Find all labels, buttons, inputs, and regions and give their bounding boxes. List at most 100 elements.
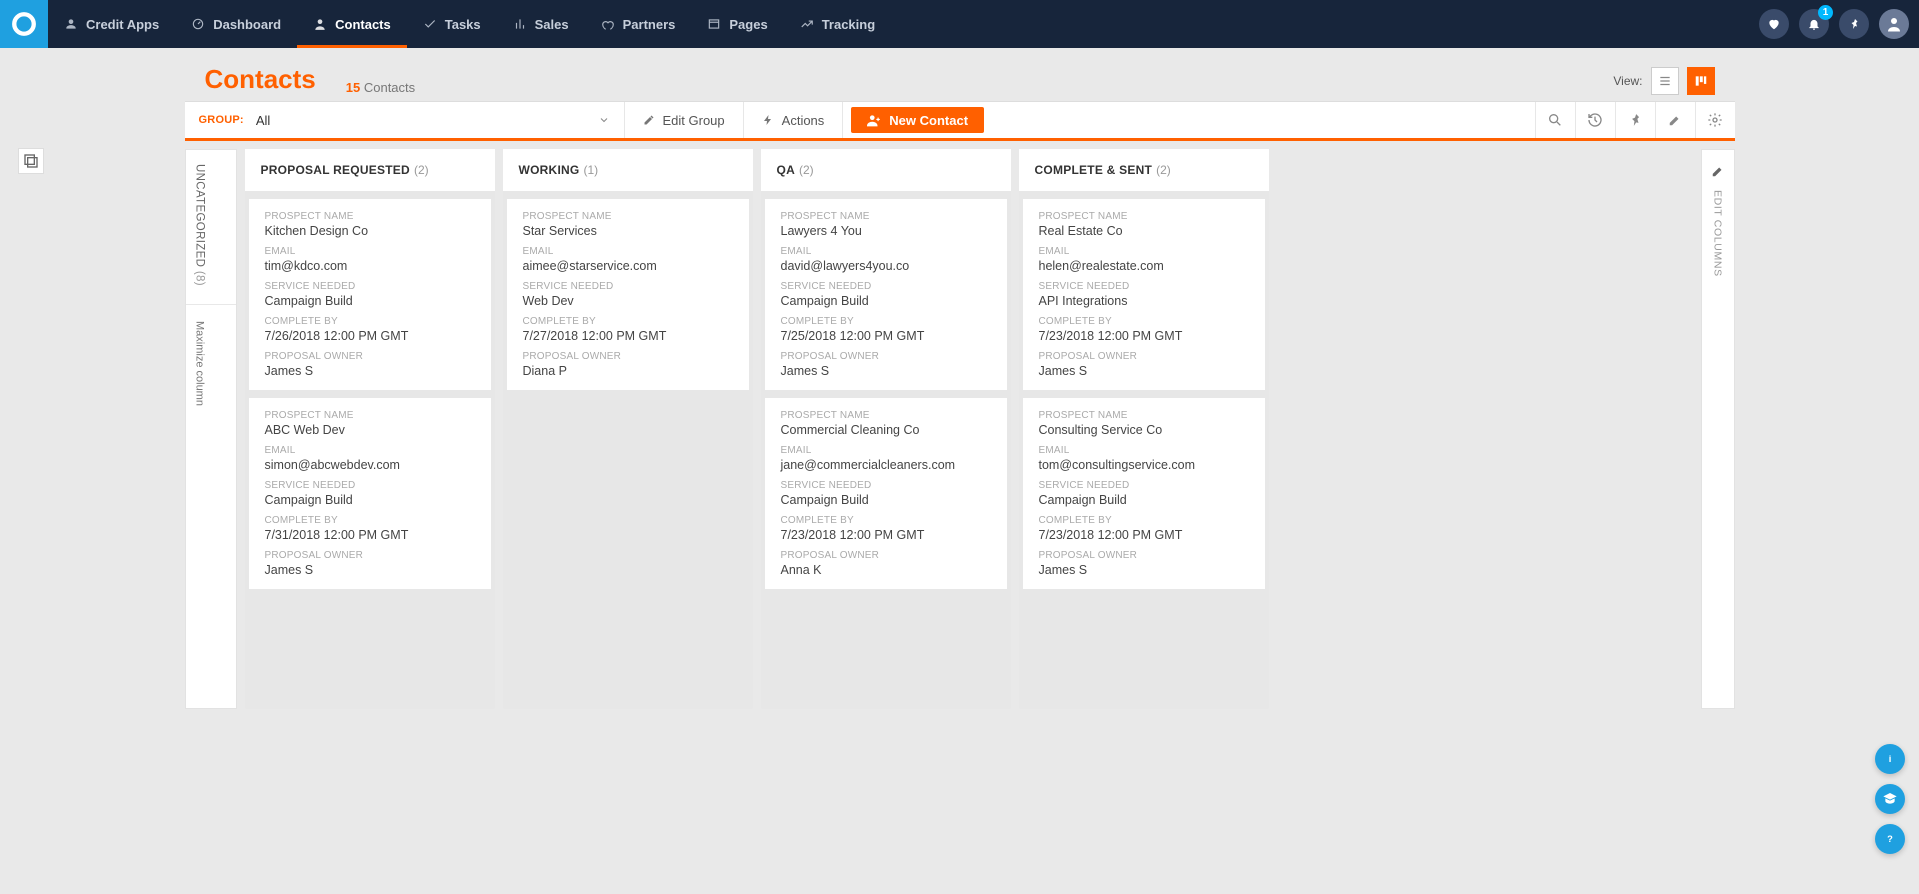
add-user-icon [867, 113, 881, 127]
field-value: Kitchen Design Co [265, 224, 475, 238]
pin-icon [1628, 113, 1642, 127]
field-label: PROSPECT NAME [781, 410, 991, 421]
favorites-button[interactable] [1759, 9, 1789, 39]
search-button[interactable] [1535, 102, 1575, 138]
info-fab[interactable]: i [1875, 744, 1905, 774]
field-value: jane@commercialcleaners.com [781, 458, 991, 472]
education-icon [1882, 791, 1898, 807]
contact-card[interactable]: PROSPECT NAMEKitchen Design CoEMAILtim@k… [249, 199, 491, 390]
contact-card[interactable]: PROSPECT NAMEReal Estate CoEMAILhelen@re… [1023, 199, 1265, 390]
field-value: Campaign Build [265, 294, 475, 308]
actions-button[interactable]: Actions [744, 102, 844, 138]
nav-items: Credit AppsDashboardContactsTasksSalesPa… [48, 0, 891, 48]
pin-button[interactable] [1615, 102, 1655, 138]
field-label: COMPLETE BY [265, 316, 475, 327]
field-value: 7/27/2018 12:00 PM GMT [523, 329, 733, 343]
contact-card[interactable]: PROSPECT NAMEStar ServicesEMAILaimee@sta… [507, 199, 749, 390]
field-label: PROSPECT NAME [781, 211, 991, 222]
uncategorized-column[interactable]: UNCATEGORIZED (8) Maximize column [185, 149, 237, 709]
card-field-complete-by: COMPLETE BY 7/26/2018 12:00 PM GMT [265, 316, 475, 343]
column-qa: QA(2) PROSPECT NAMELawyers 4 YouEMAILdavi… [761, 149, 1011, 709]
column-header[interactable]: QA(2) [761, 149, 1011, 191]
contact-card[interactable]: PROSPECT NAMELawyers 4 YouEMAILdavid@law… [765, 199, 1007, 390]
nav-label: Tracking [822, 17, 875, 32]
contact-count: 15 Contacts [346, 80, 415, 95]
nav-dashboard[interactable]: Dashboard [175, 0, 297, 48]
nav-contacts[interactable]: Contacts [297, 0, 407, 48]
column-title: PROPOSAL REQUESTED [261, 163, 410, 177]
column-header[interactable]: COMPLETE & SENT(2) [1019, 149, 1269, 191]
help-fab[interactable]: ? [1875, 824, 1905, 854]
field-value: 7/31/2018 12:00 PM GMT [265, 528, 475, 542]
contact-card[interactable]: PROSPECT NAMEConsulting Service CoEMAILt… [1023, 398, 1265, 589]
contact-card[interactable]: PROSPECT NAMEABC Web DevEMAILsimon@abcwe… [249, 398, 491, 589]
nav-tasks[interactable]: Tasks [407, 0, 497, 48]
nav-tracking[interactable]: Tracking [784, 0, 891, 48]
divider [186, 304, 236, 305]
field-value: Anna K [781, 563, 991, 577]
edit-group-label: Edit Group [663, 113, 725, 128]
field-label: PROPOSAL OWNER [1039, 550, 1249, 561]
field-label: COMPLETE BY [1039, 316, 1249, 327]
group-value: All [256, 113, 270, 128]
columns: PROPOSAL REQUESTED(2) PROSPECT NAME Kitche… [245, 149, 1693, 709]
field-value: Diana P [523, 364, 733, 378]
maximize-column-button[interactable]: Maximize column [194, 321, 206, 406]
nav-icon [423, 17, 437, 31]
group-select[interactable]: GROUP: All [185, 102, 625, 138]
nav-pages[interactable]: Pages [691, 0, 783, 48]
contact-count-number: 15 [346, 80, 360, 95]
actions-label: Actions [782, 113, 825, 128]
view-toggle: View: [1613, 67, 1714, 95]
notifications-button[interactable]: 1 [1799, 9, 1829, 39]
pinned-button[interactable] [1839, 9, 1869, 39]
card-field-proposal-owner: PROPOSAL OWNERDiana P [523, 351, 733, 378]
field-label: SERVICE NEEDED [781, 281, 991, 292]
field-label: COMPLETE BY [523, 316, 733, 327]
board: UNCATEGORIZED (8) Maximize column PROPOS… [185, 141, 1735, 729]
learn-fab[interactable] [1875, 784, 1905, 814]
help-icon: ? [1883, 832, 1897, 846]
new-contact-button[interactable]: New Contact [851, 107, 984, 133]
card-field-proposal-owner: PROPOSAL OWNERJames S [265, 550, 475, 577]
field-value: Campaign Build [1039, 493, 1249, 507]
edit-button[interactable] [1655, 102, 1695, 138]
field-value: david@lawyers4you.co [781, 259, 991, 273]
user-avatar[interactable] [1879, 9, 1909, 39]
edit-group-button[interactable]: Edit Group [625, 102, 744, 138]
field-label: COMPLETE BY [781, 316, 991, 327]
contact-card[interactable]: PROSPECT NAMECommercial Cleaning CoEMAIL… [765, 398, 1007, 589]
side-dock-toggle[interactable] [18, 148, 44, 174]
field-value: ABC Web Dev [265, 423, 475, 437]
field-label: PROPOSAL OWNER [781, 351, 991, 362]
stack-icon [23, 153, 39, 169]
heart-icon [1767, 17, 1781, 31]
history-button[interactable] [1575, 102, 1615, 138]
field-label: PROSPECT NAME [265, 410, 475, 421]
nav-credit-apps[interactable]: Credit Apps [48, 0, 175, 48]
card-field-prospect-name: PROSPECT NAMEReal Estate Co [1039, 211, 1249, 238]
field-label: SERVICE NEEDED [523, 281, 733, 292]
edit-columns-handle[interactable]: EDIT COLUMNS [1701, 149, 1735, 709]
notification-badge: 1 [1818, 5, 1833, 20]
settings-button[interactable] [1695, 102, 1735, 138]
nav-sales[interactable]: Sales [497, 0, 585, 48]
column-body: PROSPECT NAMEReal Estate CoEMAILhelen@re… [1019, 191, 1269, 597]
uncategorized-label: UNCATEGORIZED (8) [194, 164, 206, 286]
view-list-button[interactable] [1651, 67, 1679, 95]
field-value: Real Estate Co [1039, 224, 1249, 238]
field-label: PROSPECT NAME [265, 211, 475, 222]
field-value: Campaign Build [781, 493, 991, 507]
nav-label: Pages [729, 17, 767, 32]
field-value: 7/23/2018 12:00 PM GMT [781, 528, 991, 542]
column-header[interactable]: PROPOSAL REQUESTED(2) [245, 149, 495, 191]
field-label: PROPOSAL OWNER [265, 550, 475, 561]
uncategorized-count: (8) [194, 271, 206, 286]
nav-partners[interactable]: Partners [585, 0, 692, 48]
column-header[interactable]: WORKING(1) [503, 149, 753, 191]
field-value: 7/26/2018 12:00 PM GMT [265, 329, 475, 343]
app-logo[interactable] [0, 0, 48, 48]
view-board-button[interactable] [1687, 67, 1715, 95]
field-value: James S [1039, 364, 1249, 378]
board-icon [1694, 74, 1708, 88]
